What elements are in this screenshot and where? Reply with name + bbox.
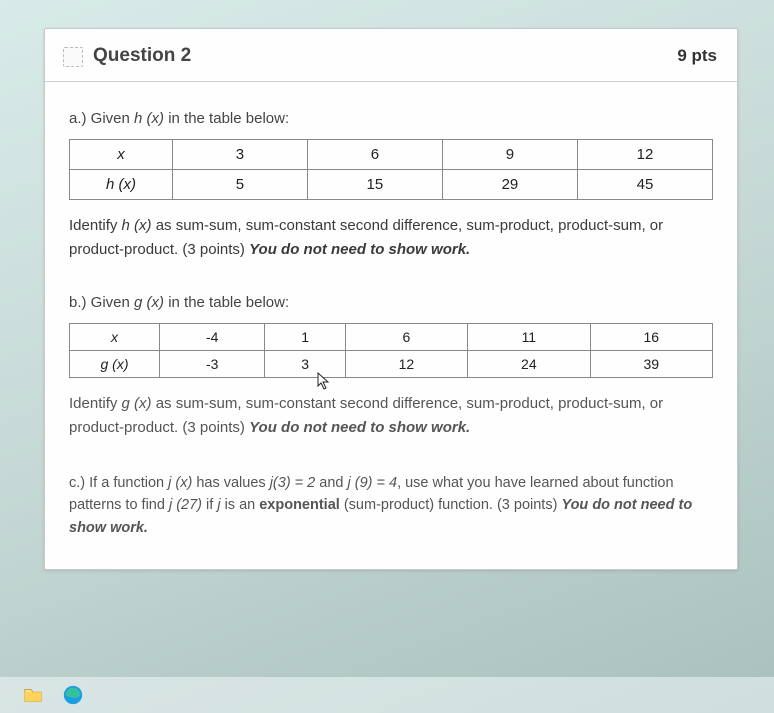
cell: 16 <box>590 324 712 351</box>
text: Identify <box>69 395 122 412</box>
part-c: c.) If a function j (x) has values j(3) … <box>69 472 713 539</box>
text-bold: exponential <box>259 497 340 513</box>
text: if <box>202 497 217 513</box>
fx-j3: j(3) = 2 <box>270 475 316 491</box>
table-hx: x 3 6 9 12 h (x) 5 15 29 45 <box>69 139 713 200</box>
text: and <box>315 475 347 491</box>
row-label-gx: g (x) <box>70 351 160 378</box>
cell: -4 <box>160 324 265 351</box>
fx-gx: g (x) <box>122 395 152 412</box>
cell: 12 <box>577 140 712 170</box>
cell: 3 <box>265 351 345 378</box>
table-row: h (x) 5 15 29 45 <box>70 170 713 200</box>
part-a-label: a.) Given h (x) in the table below: <box>69 110 713 127</box>
text: c.) If a function <box>69 475 168 491</box>
question-header: Question 2 9 pts <box>45 29 737 82</box>
table-gx: x -4 1 6 11 16 g (x) -3 3 12 24 39 <box>69 323 713 378</box>
taskbar <box>0 677 774 713</box>
row-label-x: x <box>70 324 160 351</box>
question-body: a.) Given h (x) in the table below: x 3 … <box>45 82 737 569</box>
text: has values <box>192 475 269 491</box>
cell: 5 <box>172 170 307 200</box>
cell: 11 <box>468 324 590 351</box>
part-b-label: b.) Given g (x) in the table below: <box>69 294 713 311</box>
fx-gx: g (x) <box>134 294 164 311</box>
table-row: g (x) -3 3 12 24 39 <box>70 351 713 378</box>
text: b.) Given <box>69 294 134 311</box>
cell: 6 <box>345 324 467 351</box>
question-title: Question 2 <box>93 45 191 67</box>
fx-jx: j (x) <box>168 475 192 491</box>
row-label-hx: h (x) <box>70 170 173 200</box>
text: (sum-product) function. (3 points) <box>340 497 562 513</box>
edge-browser-icon[interactable] <box>62 684 84 706</box>
table-row: x 3 6 9 12 <box>70 140 713 170</box>
fx-hx: h (x) <box>134 110 164 127</box>
part-b: b.) Given g (x) in the table below: x -4… <box>69 294 713 440</box>
cell: 9 <box>442 140 577 170</box>
part-a-instruction: Identify h (x) as sum-sum, sum-constant … <box>69 214 713 262</box>
question-points: 9 pts <box>677 46 717 66</box>
text: in the table below: <box>164 110 289 127</box>
cell: 29 <box>442 170 577 200</box>
question-card: Question 2 9 pts a.) Given h (x) in the … <box>44 28 738 570</box>
text-bold: You do not need to show work. <box>249 419 470 436</box>
text-bold: You do not need to show work. <box>249 241 470 258</box>
cursor-icon <box>317 372 331 390</box>
cell: 15 <box>307 170 442 200</box>
fx-j27: j (27) <box>169 497 202 513</box>
cell: 6 <box>307 140 442 170</box>
file-explorer-icon[interactable] <box>22 684 44 706</box>
table-row: x -4 1 6 11 16 <box>70 324 713 351</box>
cell: 1 <box>265 324 345 351</box>
part-c-text: c.) If a function j (x) has values j(3) … <box>69 472 713 539</box>
text: Identify <box>69 217 122 234</box>
cell: 39 <box>590 351 712 378</box>
cell: 12 <box>345 351 467 378</box>
cell: 45 <box>577 170 712 200</box>
text: is an <box>221 497 260 513</box>
text: in the table below: <box>164 294 289 311</box>
part-b-instruction: Identify g (x) as sum-sum, sum-constant … <box>69 392 713 440</box>
fx-j9: j (9) = 4 <box>348 475 398 491</box>
text: a.) Given <box>69 110 134 127</box>
row-label-x: x <box>70 140 173 170</box>
cell: 24 <box>468 351 590 378</box>
page-container: Question 2 9 pts a.) Given h (x) in the … <box>0 0 774 570</box>
fx-hx: h (x) <box>122 217 152 234</box>
part-a: a.) Given h (x) in the table below: x 3 … <box>69 110 713 262</box>
cell: 3 <box>172 140 307 170</box>
cell: -3 <box>160 351 265 378</box>
